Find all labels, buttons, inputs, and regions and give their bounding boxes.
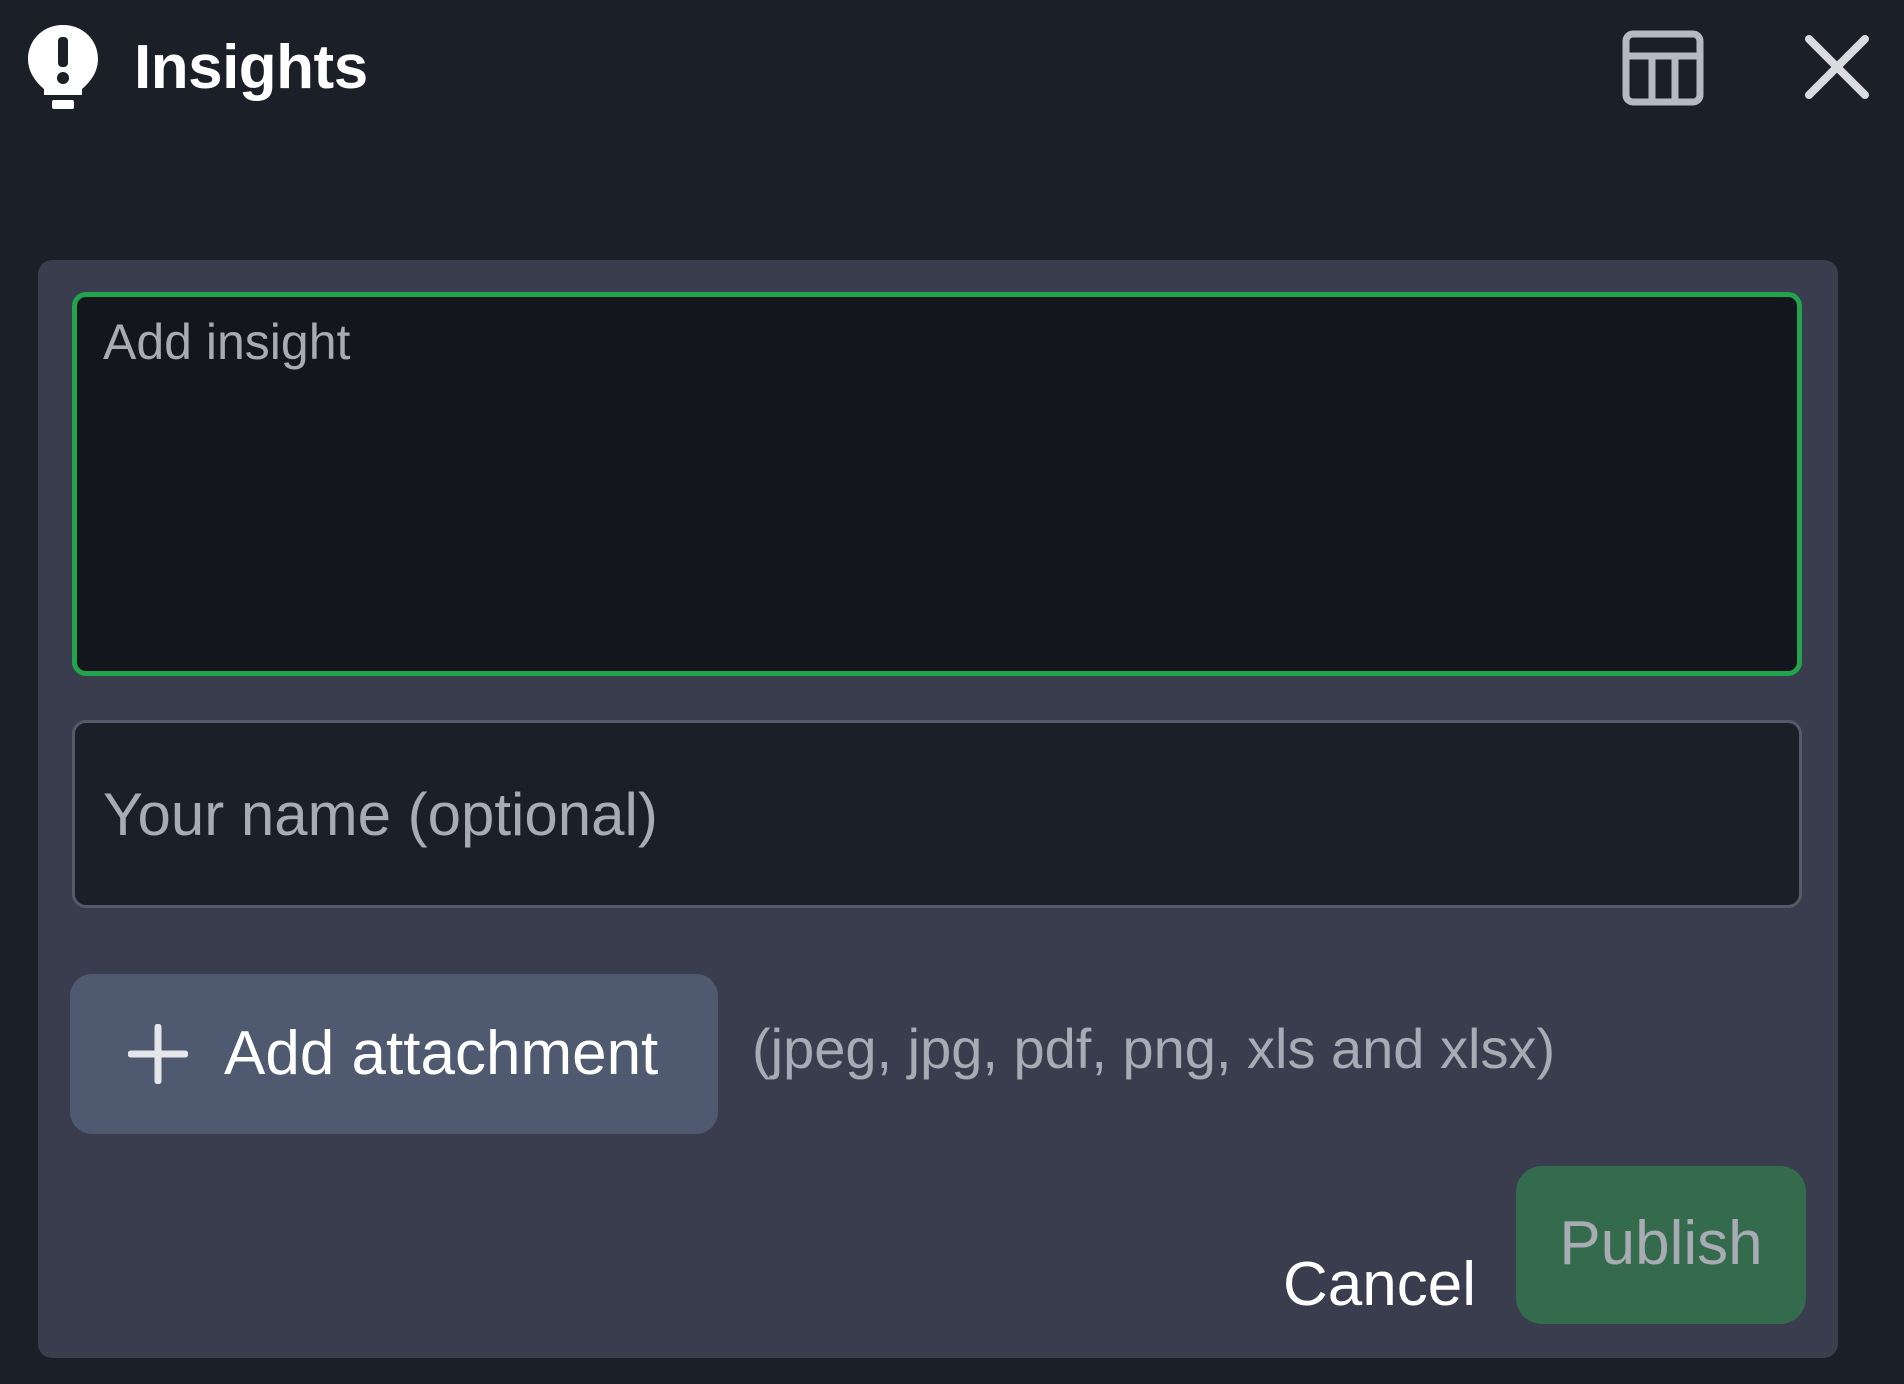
cancel-label: Cancel (1283, 1250, 1476, 1319)
publish-button[interactable]: Publish (1516, 1166, 1806, 1324)
panel-header: Insights (0, 0, 1904, 140)
name-placeholder: Your name (optional) (103, 781, 658, 848)
insight-form-card: Add insight Your name (optional) Add att… (38, 260, 1838, 1358)
panel-title: Insights (134, 33, 368, 102)
add-attachment-button[interactable]: Add attachment (70, 974, 718, 1134)
allowed-file-types: (jpeg, jpg, pdf, png, xls and xlsx) (752, 1017, 1556, 1080)
insight-textarea[interactable]: Add insight (72, 292, 1802, 676)
layout-table-icon[interactable] (1622, 30, 1704, 106)
close-icon[interactable] (1802, 32, 1872, 102)
lightbulb-icon (28, 25, 98, 109)
publish-label: Publish (1559, 1209, 1763, 1278)
cancel-button[interactable]: Cancel (1232, 1205, 1476, 1355)
insight-placeholder: Add insight (103, 314, 351, 370)
add-attachment-label: Add attachment (224, 1019, 659, 1088)
plus-icon (128, 1024, 188, 1084)
name-input[interactable]: Your name (optional) (72, 720, 1802, 908)
